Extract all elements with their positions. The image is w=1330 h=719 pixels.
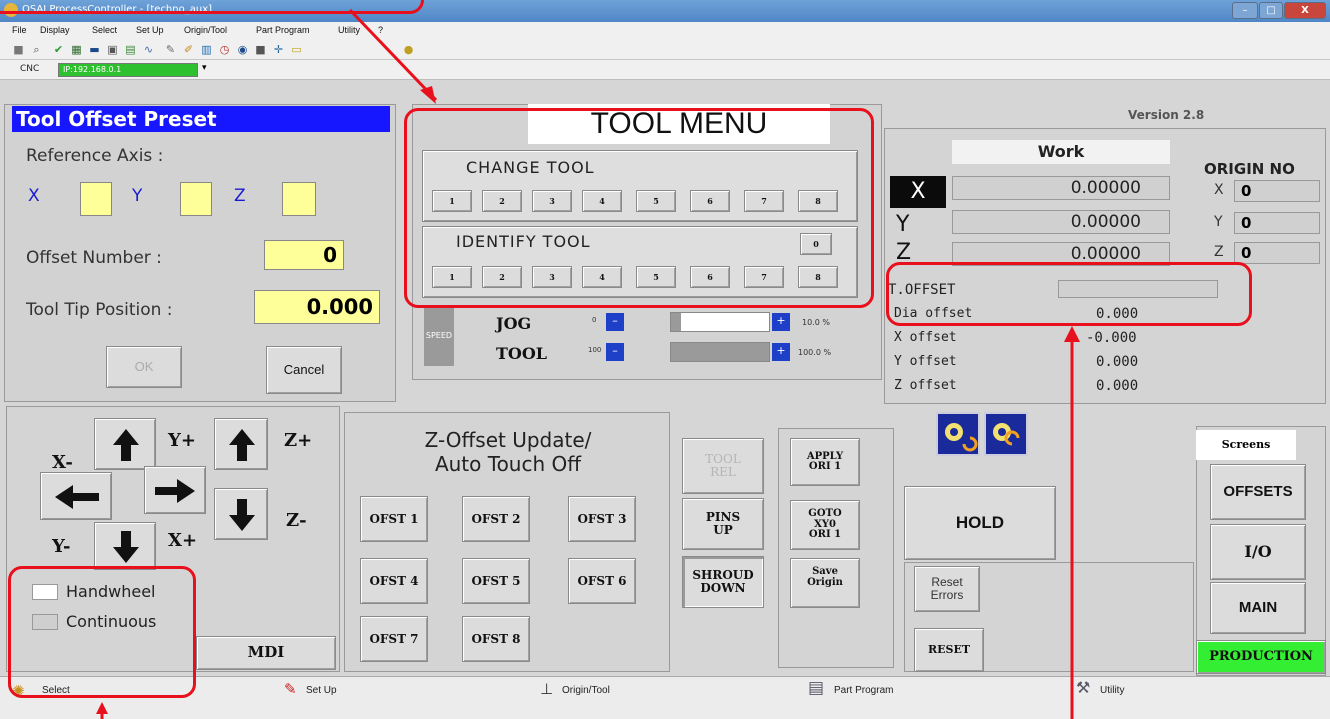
callout-arrow-line (348, 8, 438, 102)
callout-arrowhead (96, 702, 108, 714)
callout-arrows (96, 8, 1080, 719)
app-window: OSAI ProcessController - [techno_aux] – … (0, 0, 1330, 719)
callout-arrowhead (420, 86, 436, 104)
callout-arrowhead (1064, 326, 1080, 342)
